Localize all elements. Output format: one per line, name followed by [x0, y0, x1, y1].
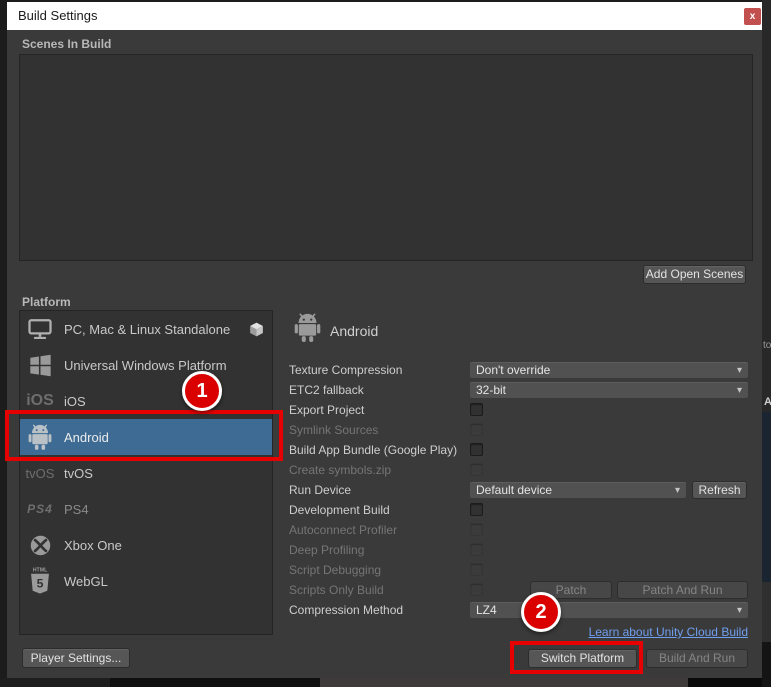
- setting-label: Export Project: [289, 403, 364, 417]
- monitor-icon: [20, 315, 60, 343]
- ios-icon: iOS: [20, 392, 60, 410]
- scenes-in-build-label: Scenes In Build: [22, 37, 111, 51]
- platform-item-label: PS4: [64, 502, 89, 517]
- xbox-icon: [20, 533, 60, 558]
- platform-item-ios[interactable]: iOS iOS: [20, 383, 272, 419]
- background-sliver: [762, 642, 771, 687]
- title-bar: Build Settings x: [7, 2, 762, 30]
- setting-label: Scripts Only Build: [289, 583, 384, 597]
- setting-label: ETC2 fallback: [289, 383, 364, 397]
- deep-profiling-checkbox: [470, 543, 483, 556]
- build-app-bundle-checkbox[interactable]: [470, 443, 483, 456]
- chevron-down-icon: ▾: [737, 385, 742, 396]
- chevron-down-icon: ▾: [675, 485, 680, 496]
- platform-item-label: WebGL: [64, 574, 108, 589]
- setting-label: Deep Profiling: [289, 543, 364, 557]
- background-text-fragment: A: [764, 396, 771, 408]
- player-settings-button[interactable]: Player Settings...: [22, 648, 130, 668]
- patch-and-run-button: Patch And Run: [617, 581, 748, 599]
- windows-icon: [20, 353, 60, 378]
- setting-label: Create symbols.zip: [289, 463, 391, 477]
- development-build-checkbox[interactable]: [470, 503, 483, 516]
- platform-item-pc-standalone[interactable]: PC, Mac & Linux Standalone: [20, 311, 272, 347]
- build-settings-window: to A Build Settings x Scenes In Build Ad…: [0, 0, 771, 687]
- platform-label: Platform: [22, 295, 71, 309]
- platform-item-label: Universal Windows Platform: [64, 358, 227, 373]
- symlink-sources-checkbox: [470, 423, 483, 436]
- close-icon: x: [750, 11, 756, 22]
- platform-item-label: iOS: [64, 394, 86, 409]
- dropdown-value: Default device: [476, 483, 675, 497]
- texture-compression-dropdown[interactable]: Don't override ▾: [470, 362, 748, 378]
- background-strip: [320, 678, 688, 687]
- scripts-only-build-checkbox: [470, 583, 483, 596]
- compression-method-dropdown[interactable]: LZ4 ▾: [470, 602, 748, 618]
- chevron-down-icon: ▾: [737, 365, 742, 376]
- platform-item-uwp[interactable]: Universal Windows Platform: [20, 347, 272, 383]
- etc2-fallback-dropdown[interactable]: 32-bit ▾: [470, 382, 748, 398]
- close-button[interactable]: x: [744, 8, 761, 25]
- setting-label: Script Debugging: [289, 563, 381, 577]
- build-and-run-button: Build And Run: [646, 649, 748, 668]
- selected-platform-title: Android: [330, 323, 378, 339]
- run-device-dropdown[interactable]: Default device ▾: [470, 482, 686, 498]
- tvos-icon: tvOS: [20, 466, 60, 481]
- ps4-icon: PS4: [20, 502, 60, 516]
- platform-list: PC, Mac & Linux Standalone Universal Win…: [19, 310, 273, 635]
- platform-item-label: tvOS: [64, 466, 93, 481]
- platform-item-label: Xbox One: [64, 538, 122, 553]
- android-icon: [20, 424, 60, 451]
- background-text-fragment: to: [763, 340, 771, 351]
- platform-item-label: Android: [64, 430, 109, 445]
- dropdown-value: Don't override: [476, 363, 737, 377]
- background-strip: [688, 678, 762, 687]
- setting-label: Symlink Sources: [289, 423, 378, 437]
- platform-item-tvos[interactable]: tvOS tvOS: [20, 455, 272, 491]
- setting-label: Compression Method: [289, 603, 403, 617]
- create-symbols-zip-checkbox: [470, 463, 483, 476]
- platform-item-android[interactable]: Android: [20, 419, 272, 455]
- export-project-checkbox[interactable]: [470, 403, 483, 416]
- patch-button: Patch: [530, 581, 612, 599]
- svg-text:HTML: HTML: [33, 568, 48, 574]
- script-debugging-checkbox: [470, 563, 483, 576]
- window-title: Build Settings: [18, 2, 98, 30]
- svg-text:5: 5: [37, 577, 44, 591]
- setting-label: Texture Compression: [289, 363, 402, 377]
- platform-item-webgl[interactable]: HTML 5 WebGL: [20, 563, 272, 599]
- refresh-button[interactable]: Refresh: [692, 481, 747, 499]
- background-strip: [110, 678, 320, 687]
- unity-cloud-build-link[interactable]: Learn about Unity Cloud Build: [470, 625, 748, 639]
- android-icon: [294, 313, 322, 344]
- add-open-scenes-button[interactable]: Add Open Scenes: [643, 265, 746, 284]
- setting-label: Build App Bundle (Google Play): [289, 443, 457, 457]
- background-sliver: [762, 412, 771, 582]
- switch-platform-button[interactable]: Switch Platform: [528, 649, 637, 668]
- scenes-list[interactable]: [19, 54, 753, 261]
- platform-item-ps4[interactable]: PS4 PS4: [20, 491, 272, 527]
- html5-icon: HTML 5: [20, 566, 60, 596]
- background-strip: [0, 678, 110, 687]
- setting-label: Run Device: [289, 483, 351, 497]
- unity-logo-icon: [248, 321, 265, 338]
- dropdown-value: 32-bit: [476, 383, 737, 397]
- html-icon-text: HTML: [33, 568, 48, 574]
- setting-label: Development Build: [289, 503, 390, 517]
- chevron-down-icon: ▾: [737, 605, 742, 616]
- platform-item-xbox-one[interactable]: Xbox One: [20, 527, 272, 563]
- platform-item-label: PC, Mac & Linux Standalone: [64, 322, 230, 337]
- setting-label: Autoconnect Profiler: [289, 523, 397, 537]
- dropdown-value: LZ4: [476, 603, 737, 617]
- background-sliver: [762, 582, 771, 642]
- autoconnect-profiler-checkbox: [470, 523, 483, 536]
